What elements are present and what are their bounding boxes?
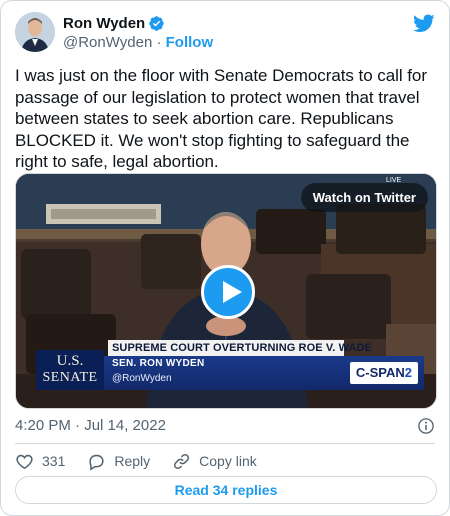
reply-label: Reply bbox=[114, 453, 151, 469]
follow-button[interactable]: Follow bbox=[166, 34, 214, 51]
author-handle-row: @RonWyden · Follow bbox=[63, 34, 213, 51]
reply-button[interactable]: Reply bbox=[87, 452, 150, 471]
us-senate-logo: U.S. SENATE bbox=[36, 350, 104, 390]
info-icon[interactable] bbox=[417, 417, 435, 435]
video-player[interactable]: LIVE Watch on Twitter SUPREME COURT OVER… bbox=[15, 173, 437, 409]
tweet-header: Ron Wyden @RonWyden · Follow bbox=[15, 12, 435, 56]
author-handle[interactable]: @RonWyden bbox=[63, 34, 152, 51]
handle-separator: · bbox=[156, 34, 162, 51]
divider bbox=[15, 443, 435, 444]
avatar[interactable] bbox=[15, 12, 55, 52]
author-name-row: Ron Wyden bbox=[63, 15, 165, 32]
speech-bubble-icon bbox=[89, 454, 104, 471]
tweet-card: Ron Wyden @RonWyden · Follow I was just … bbox=[0, 0, 450, 516]
tweet-actions: 331 Reply Copy link bbox=[15, 451, 279, 471]
cspan2-logo: C-SPAN2 bbox=[349, 362, 418, 384]
twitter-bird-icon[interactable] bbox=[413, 12, 435, 34]
heart-icon bbox=[16, 454, 33, 469]
chyron-speaker-name: SEN. RON WYDEN bbox=[112, 358, 205, 369]
like-count: 331 bbox=[42, 453, 66, 469]
tweet-meta: 4:20 PM · Jul 14, 2022 bbox=[15, 417, 435, 437]
chyron-bar: U.S. SENATE SEN. RON WYDEN @RonWyden C-S… bbox=[36, 350, 424, 390]
tweet-timestamp[interactable]: 4:20 PM · Jul 14, 2022 bbox=[15, 417, 166, 434]
copy-link-button[interactable]: Copy link bbox=[172, 452, 257, 471]
chyron-speaker-handle: @RonWyden bbox=[112, 373, 172, 384]
read-replies-button[interactable]: Read 34 replies bbox=[15, 476, 437, 504]
copy-link-label: Copy link bbox=[199, 453, 257, 469]
play-icon[interactable] bbox=[201, 265, 255, 319]
chyron-headline: SUPREME COURT OVERTURNING ROE V. WADE bbox=[108, 340, 372, 356]
author-name[interactable]: Ron Wyden bbox=[63, 15, 145, 32]
verified-badge-icon bbox=[149, 16, 164, 31]
like-button[interactable]: 331 bbox=[15, 452, 65, 471]
tweet-text: I was just on the floor with Senate Demo… bbox=[15, 66, 427, 171]
link-icon bbox=[174, 453, 190, 469]
watch-on-twitter-button[interactable]: Watch on Twitter bbox=[300, 183, 428, 212]
